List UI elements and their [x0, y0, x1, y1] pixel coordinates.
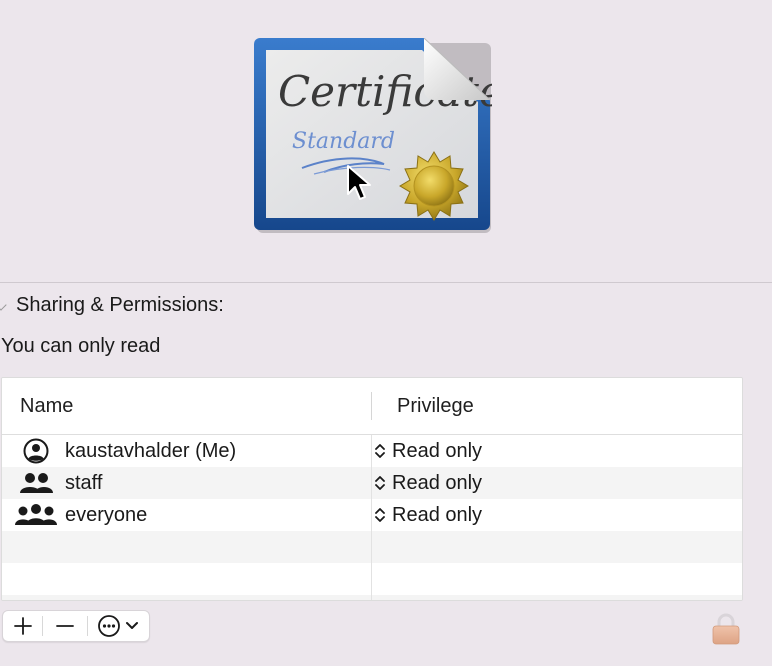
column-separator [371, 435, 372, 600]
user-name: kaustavhalder (Me) [65, 440, 237, 462]
ellipsis-circle-icon [98, 615, 121, 637]
column-separator [371, 392, 372, 420]
privilege-value: Read only [392, 439, 483, 462]
file-preview: Certificate Standard [0, 0, 772, 282]
sharing-permissions-title: Sharing & Permissions: [16, 293, 224, 316]
permissions-toolbar [2, 610, 150, 642]
column-header-privilege[interactable]: Privilege [397, 395, 474, 418]
remove-user-button[interactable] [43, 611, 86, 641]
table-row[interactable]: everyone Read only [2, 499, 742, 531]
permissions-table[interactable]: Name Privilege kaustavhalder (Me) Read o… [1, 377, 743, 601]
group-name: staff [65, 472, 103, 494]
updown-chevron-icon [375, 444, 385, 458]
updown-chevron-icon [375, 476, 385, 490]
minus-icon [56, 625, 75, 627]
table-row[interactable]: kaustavhalder (Me) Read only [2, 435, 742, 467]
chevron-down-icon [126, 622, 139, 629]
svg-text:Standard: Standard [292, 129, 395, 154]
privilege-popup[interactable]: Read only [374, 471, 482, 495]
access-note: You can only read [1, 335, 161, 357]
privilege-value: Read only [392, 471, 483, 494]
table-row[interactable]: staff Read only [2, 467, 742, 499]
empty-row [2, 595, 742, 600]
action-menu-button[interactable] [88, 611, 149, 641]
table-body: kaustavhalder (Me) Read only staff Read … [2, 435, 742, 600]
privilege-value: Read only [392, 503, 483, 526]
privilege-popup[interactable]: Read only [374, 503, 482, 527]
empty-row [2, 563, 742, 595]
lock-icon[interactable] [711, 613, 741, 645]
group-icon [14, 470, 58, 496]
updown-chevron-icon [375, 508, 385, 522]
sharing-permissions-header[interactable]: Sharing & Permissions: [0, 292, 224, 318]
privilege-popup[interactable]: Read only [374, 439, 482, 463]
everyone-icon [14, 502, 58, 528]
column-header-name[interactable]: Name [20, 395, 73, 418]
single-user-icon [14, 438, 58, 464]
table-header: Name Privilege [2, 378, 742, 435]
section-divider [0, 282, 772, 283]
mouse-pointer-icon [347, 165, 371, 200]
certificate-document-icon: Certificate Standard [254, 38, 492, 233]
plus-icon [13, 617, 32, 635]
add-user-button[interactable] [3, 611, 42, 641]
disclosure-chevron-icon[interactable] [0, 298, 10, 312]
group-name: everyone [65, 504, 148, 526]
empty-row [2, 531, 742, 563]
